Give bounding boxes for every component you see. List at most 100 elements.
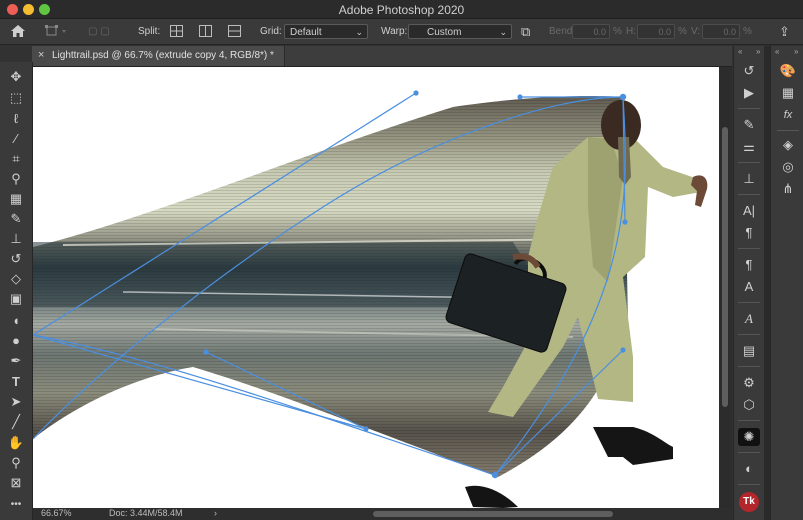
- actions-play-icon[interactable]: ▶: [738, 84, 760, 102]
- home-icon[interactable]: [10, 19, 26, 44]
- clone-source-icon[interactable]: ⊥: [738, 170, 760, 188]
- collapse-right-icon[interactable]: »: [756, 47, 760, 56]
- panel-divider: [738, 248, 760, 249]
- brush-icon[interactable]: ✎: [6, 210, 26, 228]
- stamp-icon[interactable]: ⊥: [6, 230, 26, 248]
- split-crosswise-button[interactable]: [170, 25, 183, 37]
- brush-settings-icon[interactable]: ✎: [738, 116, 760, 134]
- grid-select[interactable]: Default ⌄: [284, 24, 368, 39]
- transform-icon[interactable]: [44, 19, 68, 44]
- more-icon[interactable]: •••: [6, 496, 26, 514]
- styles-fx-icon[interactable]: fx: [777, 106, 799, 124]
- h-percent: %: [678, 26, 687, 37]
- paragraph-icon[interactable]: ¶: [738, 224, 760, 242]
- zoom-level[interactable]: 66.67%: [41, 508, 72, 518]
- lasso-icon[interactable]: ℓ: [6, 110, 26, 128]
- collapse-right-icon[interactable]: »: [794, 47, 798, 56]
- cube-icon[interactable]: ⬡: [738, 396, 760, 414]
- adjustments-icon[interactable]: ⚌: [738, 138, 760, 156]
- panel-dock-right: « » 🎨 ▦ fx ◈ ◎ ⋔: [770, 46, 803, 520]
- history-icon[interactable]: ↺: [738, 62, 760, 80]
- color-palette-icon[interactable]: 🎨: [777, 62, 799, 80]
- eyedropper-icon[interactable]: ⚲: [6, 170, 26, 188]
- v-input[interactable]: 0.0: [702, 24, 740, 39]
- chevron-down-icon: ⌄: [355, 27, 363, 37]
- paragraph-styles-icon[interactable]: ¶: [738, 256, 760, 274]
- split-horizontal-button[interactable]: [228, 25, 241, 37]
- h-label: H:: [626, 26, 636, 37]
- collapse-left-icon[interactable]: «: [738, 47, 742, 56]
- frame-icon[interactable]: ⊠: [6, 474, 26, 492]
- panel-divider: [738, 162, 760, 163]
- warp-select[interactable]: Custom ⌄: [408, 24, 512, 39]
- h-input[interactable]: 0.0: [637, 24, 675, 39]
- gradient-icon[interactable]: ▣: [6, 290, 26, 308]
- panel-divider: [738, 334, 760, 335]
- status-bar: 66.67% Doc: 3.44M/58.4M ›: [33, 508, 732, 520]
- vertical-scrollbar[interactable]: [719, 67, 732, 508]
- document-tab[interactable]: × Lighttrail.psd @ 66.7% (extrude copy 4…: [32, 46, 285, 66]
- document-tab-bar: × Lighttrail.psd @ 66.7% (extrude copy 4…: [32, 46, 732, 67]
- share-icon[interactable]: ⇪: [779, 19, 790, 44]
- panel-divider: [738, 452, 760, 453]
- magic-wand-icon[interactable]: ⁄: [6, 130, 26, 148]
- paths-icon[interactable]: ⋔: [777, 180, 799, 198]
- split-vertical-button[interactable]: [199, 25, 212, 37]
- notes-icon[interactable]: ▤: [738, 342, 760, 360]
- layers-icon[interactable]: ◈: [777, 136, 799, 154]
- panel-divider: [738, 194, 760, 195]
- vertical-scroll-thumb[interactable]: [722, 127, 728, 407]
- history-brush-icon[interactable]: ↺: [6, 250, 26, 268]
- zoom-icon[interactable]: ⚲: [6, 454, 26, 472]
- doc-size: Doc: 3.44M/58.4M: [109, 508, 183, 518]
- panel-divider: [777, 130, 799, 131]
- document-tab-label: Lighttrail.psd @ 66.7% (extrude copy 4, …: [52, 50, 274, 61]
- panel-divider: [738, 108, 760, 109]
- chevron-down-icon: ⌄: [499, 27, 507, 37]
- panel-divider: [738, 484, 760, 485]
- channels-icon[interactable]: ◎: [777, 158, 799, 176]
- blur-icon[interactable]: ◖: [6, 312, 26, 330]
- move-icon[interactable]: ✥: [6, 68, 26, 86]
- warp-reset-icon[interactable]: ⧉: [521, 19, 530, 44]
- type-icon[interactable]: T: [6, 373, 26, 391]
- 3d-icon[interactable]: ⚙: [738, 374, 760, 392]
- collapse-left-icon[interactable]: «: [775, 47, 779, 56]
- app-title: Adobe Photoshop 2020: [338, 3, 465, 17]
- status-menu-arrow[interactable]: ›: [214, 508, 217, 518]
- dodge-icon[interactable]: ●: [6, 332, 26, 350]
- split-label: Split:: [138, 26, 161, 37]
- character-styles-icon[interactable]: A: [738, 278, 760, 296]
- bend-percent: %: [613, 26, 622, 37]
- character-icon[interactable]: A|: [738, 202, 760, 220]
- split-disabled-icons: ▢ ▢: [88, 26, 110, 37]
- pen-icon[interactable]: ✒: [6, 352, 26, 370]
- crop-icon[interactable]: ⌗: [6, 150, 26, 168]
- close-tab-icon[interactable]: ×: [38, 49, 44, 61]
- warp-label: Warp:: [381, 26, 408, 37]
- grid-value: Default: [290, 27, 322, 38]
- color-contrast-icon[interactable]: ◐: [738, 460, 760, 478]
- path-select-icon[interactable]: ➤: [6, 393, 26, 411]
- eraser-icon[interactable]: ◇: [6, 270, 26, 288]
- plugin-icon[interactable]: ✺: [738, 428, 760, 446]
- tools-panel: ✥ ⬚ ℓ ⁄ ⌗ ⚲ ▦ ✎ ⊥ ↺ ◇ ▣ ◖ ● ✒ T ➤ ╱ ✋ ⚲ …: [0, 62, 33, 520]
- bend-input[interactable]: 0.0: [572, 24, 610, 39]
- options-bar: ▢ ▢ Split: Grid: Default ⌄ Warp: Custom …: [0, 19, 803, 45]
- panel-divider: [738, 366, 760, 367]
- document-canvas[interactable]: [33, 67, 719, 508]
- v-percent: %: [743, 26, 752, 37]
- swatches-icon[interactable]: ▦: [777, 84, 799, 102]
- glyphs-icon[interactable]: A: [738, 310, 760, 328]
- grid-label: Grid:: [260, 26, 282, 37]
- panel-divider: [738, 420, 760, 421]
- warp-value: Custom: [427, 27, 462, 38]
- marquee-icon[interactable]: ⬚: [6, 89, 26, 107]
- healing-icon[interactable]: ▦: [6, 190, 26, 208]
- tk-plugin-icon[interactable]: Tk: [739, 492, 759, 512]
- line-icon[interactable]: ╱: [6, 413, 26, 431]
- horizontal-scroll-thumb[interactable]: [373, 511, 613, 517]
- title-bar: Adobe Photoshop 2020: [0, 0, 803, 19]
- hand-icon[interactable]: ✋: [6, 434, 26, 452]
- panel-divider: [738, 302, 760, 303]
